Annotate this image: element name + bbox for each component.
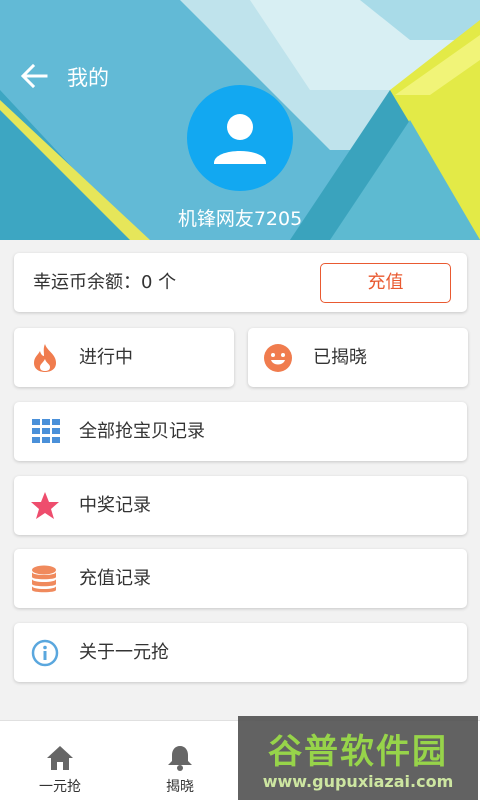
- star-icon: [31, 492, 59, 519]
- bell-icon: [168, 746, 192, 771]
- about-item[interactable]: 关于一元抢: [14, 623, 467, 682]
- smiley-icon: [264, 344, 292, 372]
- all-records-label: 全部抢宝贝记录: [79, 421, 205, 442]
- username: 机锋网友7205: [177, 208, 303, 230]
- profile-header: 我的 机锋网友7205: [0, 0, 480, 240]
- watermark: 谷普软件园 www.gupuxiazai.com: [238, 716, 478, 800]
- tab-revealed-label: 揭晓: [166, 779, 194, 795]
- flame-icon: [34, 344, 56, 372]
- watermark-brand: 谷普软件园: [268, 732, 448, 772]
- grid-icon: [32, 419, 60, 443]
- win-records-item[interactable]: 中奖记录: [14, 476, 467, 535]
- win-records-label: 中奖记录: [79, 495, 151, 516]
- coins-icon: [32, 565, 56, 593]
- home-icon: [47, 746, 73, 770]
- balance-card: 幸运币余额：0 个 充值: [14, 253, 467, 312]
- balance-label: 幸运币余额：0 个: [33, 272, 177, 293]
- all-records-item[interactable]: 全部抢宝贝记录: [14, 402, 467, 461]
- ongoing-label: 进行中: [79, 347, 133, 368]
- avatar[interactable]: [187, 85, 293, 191]
- recharge-button[interactable]: 充值: [320, 263, 451, 303]
- watermark-url: www.gupuxiazai.com: [262, 772, 454, 791]
- back-arrow-icon[interactable]: [18, 60, 50, 92]
- revealed-button[interactable]: 已揭晓: [248, 328, 468, 387]
- user-icon: [214, 114, 266, 164]
- recharge-records-label: 充值记录: [79, 568, 151, 589]
- about-label: 关于一元抢: [79, 642, 169, 663]
- revealed-label: 已揭晓: [313, 347, 367, 368]
- tab-home[interactable]: 一元抢: [0, 721, 120, 801]
- page-title: 我的: [67, 66, 109, 90]
- tab-home-label: 一元抢: [39, 779, 81, 795]
- info-icon: [31, 639, 59, 667]
- recharge-records-item[interactable]: 充值记录: [14, 549, 467, 608]
- ongoing-button[interactable]: 进行中: [14, 328, 234, 387]
- tab-revealed[interactable]: 揭晓: [120, 721, 240, 801]
